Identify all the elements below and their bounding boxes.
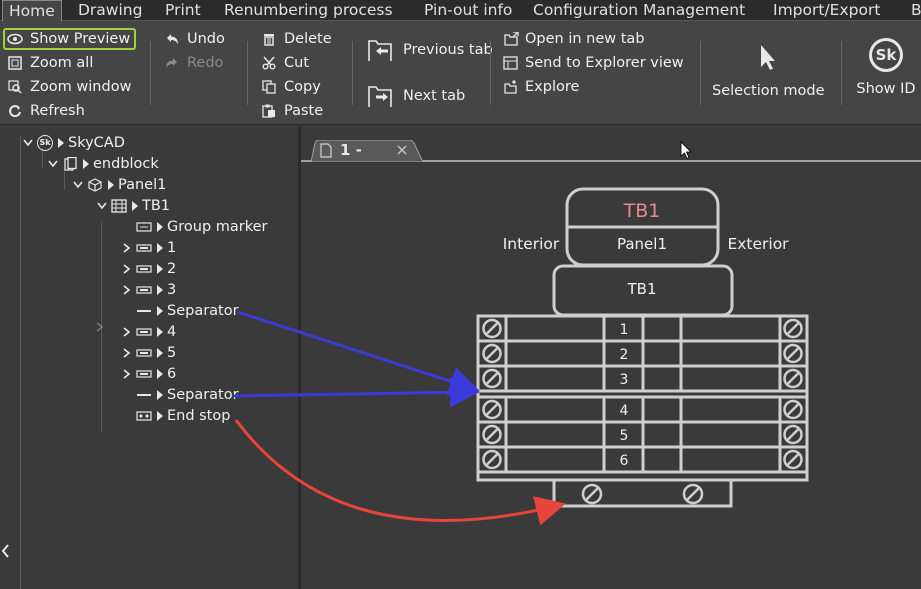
annotation-arrow-end-stop	[234, 419, 566, 526]
annotation-overlay	[233, 141, 692, 526]
annotation-arrow-separator-2	[233, 377, 480, 408]
annotation-arrow-separator-1	[237, 310, 480, 396]
mouse-cursor-icon	[680, 141, 692, 160]
